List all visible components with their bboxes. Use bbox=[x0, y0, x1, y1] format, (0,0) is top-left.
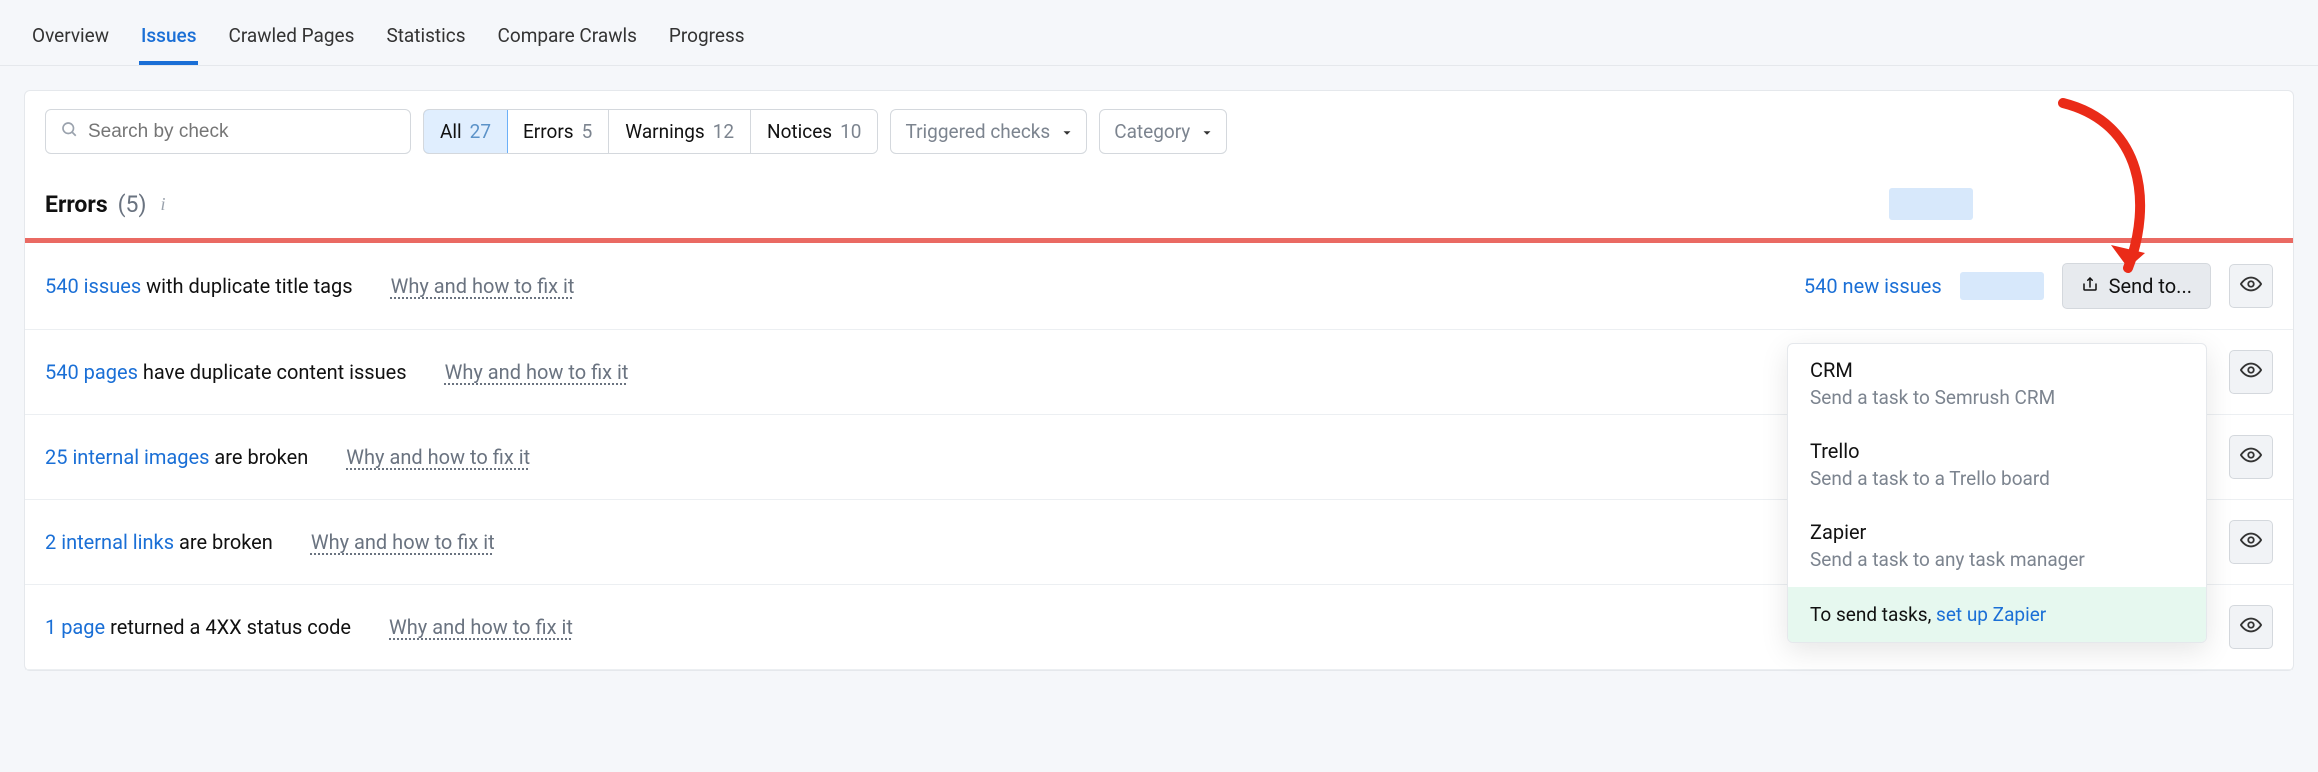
nav-crawled-pages[interactable]: Crawled Pages bbox=[226, 16, 356, 65]
popup-item-title: Trello bbox=[1810, 439, 2184, 463]
issues-panel: All 27 Errors 5 Warnings 12 Notices 10 T… bbox=[24, 90, 2294, 671]
dropdown-label: Category bbox=[1114, 120, 1190, 143]
filter-notices[interactable]: Notices 10 bbox=[751, 110, 877, 153]
issue-link[interactable]: 540 pages bbox=[45, 360, 138, 384]
search-icon bbox=[60, 120, 78, 143]
filter-errors[interactable]: Errors 5 bbox=[507, 110, 609, 153]
filter-label: Errors bbox=[523, 120, 574, 143]
issue-text: 540 issues with duplicate title tags bbox=[45, 274, 353, 298]
send-to-label: Send to... bbox=[2109, 274, 2192, 298]
redacted-chip bbox=[1889, 188, 1973, 220]
toolbar: All 27 Errors 5 Warnings 12 Notices 10 T… bbox=[25, 91, 2293, 172]
row-actions bbox=[2229, 520, 2273, 564]
send-to-button[interactable]: Send to... bbox=[2062, 263, 2211, 309]
filter-count: 27 bbox=[470, 120, 491, 143]
row-actions bbox=[2229, 350, 2273, 394]
issue-text: 25 internal images are broken bbox=[45, 445, 308, 469]
category-dropdown[interactable]: Category bbox=[1099, 109, 1227, 154]
popup-item-crm[interactable]: CRM Send a task to Semrush CRM bbox=[1788, 344, 2206, 425]
popup-item-title: Zapier bbox=[1810, 520, 2184, 544]
visibility-button[interactable] bbox=[2229, 520, 2273, 564]
chevron-down-icon bbox=[1060, 126, 1072, 138]
eye-icon bbox=[2240, 614, 2262, 641]
nav-overview[interactable]: Overview bbox=[30, 16, 111, 65]
issue-rest: are broken bbox=[209, 445, 308, 469]
eye-icon bbox=[2240, 529, 2262, 556]
info-icon[interactable]: i bbox=[160, 194, 165, 215]
filter-label: Notices bbox=[767, 120, 832, 143]
fix-link[interactable]: Why and how to fix it bbox=[311, 530, 495, 554]
filter-all[interactable]: All 27 bbox=[423, 109, 508, 154]
row-actions: 540 new issues Send to... bbox=[1804, 263, 2273, 309]
visibility-button[interactable] bbox=[2229, 605, 2273, 649]
search-box[interactable] bbox=[45, 109, 411, 154]
fix-link[interactable]: Why and how to fix it bbox=[391, 274, 575, 298]
filter-label: All bbox=[440, 120, 462, 143]
issue-rest: have duplicate content issues bbox=[138, 360, 407, 384]
eye-icon bbox=[2240, 273, 2262, 300]
filter-group: All 27 Errors 5 Warnings 12 Notices 10 bbox=[423, 109, 878, 154]
filter-warnings[interactable]: Warnings 12 bbox=[609, 110, 751, 153]
issue-rest: with duplicate title tags bbox=[141, 274, 352, 298]
errors-section-header: Errors (5) i bbox=[25, 172, 2293, 238]
popup-item-sub: Send a task to any task manager bbox=[1810, 548, 2184, 571]
triggered-checks-dropdown[interactable]: Triggered checks bbox=[890, 109, 1087, 154]
popup-item-sub: Send a task to a Trello board bbox=[1810, 467, 2184, 490]
eye-icon bbox=[2240, 359, 2262, 386]
fix-link[interactable]: Why and how to fix it bbox=[389, 615, 573, 639]
nav-progress[interactable]: Progress bbox=[667, 16, 747, 65]
fix-link[interactable]: Why and how to fix it bbox=[346, 445, 530, 469]
issue-rest: returned a 4XX status code bbox=[105, 615, 351, 639]
top-nav: Overview Issues Crawled Pages Statistics… bbox=[0, 0, 2318, 66]
new-issues-link[interactable]: 540 new issues bbox=[1804, 274, 1942, 298]
eye-icon bbox=[2240, 444, 2262, 471]
issue-text: 540 pages have duplicate content issues bbox=[45, 360, 407, 384]
send-to-popup: CRM Send a task to Semrush CRM Trello Se… bbox=[1787, 343, 2207, 643]
nav-statistics[interactable]: Statistics bbox=[384, 16, 467, 65]
dropdown-label: Triggered checks bbox=[905, 120, 1050, 143]
popup-item-zapier[interactable]: Zapier Send a task to any task manager bbox=[1788, 506, 2206, 587]
nav-issues[interactable]: Issues bbox=[139, 16, 198, 65]
popup-footer: To send tasks, set up Zapier bbox=[1788, 587, 2206, 642]
filter-label: Warnings bbox=[625, 120, 704, 143]
fix-link[interactable]: Why and how to fix it bbox=[445, 360, 629, 384]
search-input[interactable] bbox=[88, 121, 396, 143]
visibility-button[interactable] bbox=[2229, 264, 2273, 308]
share-icon bbox=[2081, 274, 2099, 298]
visibility-button[interactable] bbox=[2229, 435, 2273, 479]
filter-count: 10 bbox=[840, 120, 861, 143]
issue-row: 540 issues with duplicate title tags Why… bbox=[25, 243, 2293, 330]
issue-text: 2 internal links are broken bbox=[45, 530, 273, 554]
visibility-button[interactable] bbox=[2229, 350, 2273, 394]
filter-count: 12 bbox=[713, 120, 734, 143]
section-title: Errors bbox=[45, 191, 108, 218]
issue-link[interactable]: 540 issues bbox=[45, 274, 141, 298]
section-count: (5) bbox=[118, 191, 147, 218]
issue-rest: are broken bbox=[174, 530, 273, 554]
issue-link[interactable]: 2 internal links bbox=[45, 530, 174, 554]
issue-text: 1 page returned a 4XX status code bbox=[45, 615, 351, 639]
redacted-chip bbox=[1960, 272, 2044, 300]
popup-item-title: CRM bbox=[1810, 358, 2184, 382]
issue-link[interactable]: 1 page bbox=[45, 615, 105, 639]
nav-compare-crawls[interactable]: Compare Crawls bbox=[496, 16, 639, 65]
popup-item-sub: Send a task to Semrush CRM bbox=[1810, 386, 2184, 409]
row-actions bbox=[2229, 435, 2273, 479]
issue-link[interactable]: 25 internal images bbox=[45, 445, 209, 469]
popup-item-trello[interactable]: Trello Send a task to a Trello board bbox=[1788, 425, 2206, 506]
row-actions bbox=[2229, 605, 2273, 649]
filter-count: 5 bbox=[582, 120, 593, 143]
chevron-down-icon bbox=[1200, 126, 1212, 138]
popup-footer-text: To send tasks, bbox=[1810, 603, 1936, 626]
setup-zapier-link[interactable]: set up Zapier bbox=[1936, 603, 2046, 626]
